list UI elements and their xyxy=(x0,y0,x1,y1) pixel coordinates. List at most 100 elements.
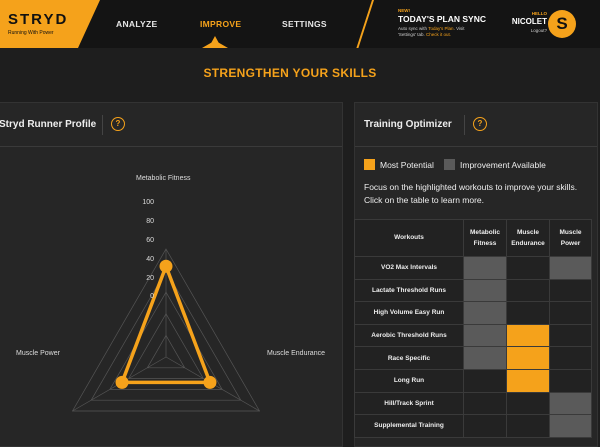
promo-text-3: 'Settings' tab. xyxy=(398,31,426,37)
todays-plan-link[interactable]: Today's Plan xyxy=(428,26,453,31)
cell-improvement-available[interactable] xyxy=(463,256,507,280)
avatar[interactable]: S xyxy=(548,10,576,38)
workout-name[interactable]: VO2 Max Intervals xyxy=(354,256,464,280)
runner-profile-card: Stryd Runner Profile ? xyxy=(0,102,343,447)
cell-improvement-available[interactable] xyxy=(549,391,592,416)
workout-name[interactable]: Aerobic Threshold Runs xyxy=(354,323,464,348)
workout-name[interactable]: Long Run xyxy=(354,368,464,393)
cell-most-potential[interactable] xyxy=(506,346,550,370)
cell-empty[interactable] xyxy=(463,368,507,393)
radar-point-metabolic-fitness[interactable] xyxy=(159,259,173,273)
table-row[interactable]: High Volume Easy Run xyxy=(354,301,592,325)
hello-label: HELLO xyxy=(531,11,547,16)
todays-plan-sync-promo[interactable]: NEW! TODAY'S PLAN SYNC Auto sync with To… xyxy=(398,8,502,38)
cell-empty[interactable] xyxy=(549,346,592,370)
help-icon[interactable]: ? xyxy=(111,117,125,131)
table-row[interactable]: Hill/Track Sprint xyxy=(354,391,592,416)
legend-swatch-most-potential xyxy=(364,159,375,170)
column-header-line: Endurance xyxy=(511,240,545,247)
column-header-muscle-power[interactable]: Muscle Power xyxy=(549,219,592,257)
cell-empty[interactable] xyxy=(549,323,592,348)
workout-name[interactable]: Supplemental Training xyxy=(354,414,464,438)
promo-body: Auto sync with Today's Plan. Visit 'Sett… xyxy=(398,26,502,38)
column-header-line: Muscle xyxy=(559,228,582,236)
cell-empty[interactable] xyxy=(549,278,592,303)
cell-improvement-available[interactable] xyxy=(463,323,507,348)
promo-new-badge: NEW! xyxy=(398,8,410,13)
table-row[interactable]: Supplemental Training xyxy=(354,414,592,438)
cell-improvement-available[interactable] xyxy=(463,278,507,303)
header-divider xyxy=(464,115,465,135)
user-name: NICOLET xyxy=(511,17,547,26)
workouts-table-body: VO2 Max Intervals Lactate Threshold Runs H… xyxy=(354,256,592,438)
column-header-muscle-endurance[interactable]: Muscle Endurance xyxy=(506,219,550,257)
stryd-logo[interactable]: STRYD Running With Power xyxy=(0,0,100,48)
cell-improvement-available[interactable] xyxy=(463,346,507,370)
cell-improvement-available[interactable] xyxy=(549,414,592,438)
workout-name[interactable]: Race Specific xyxy=(354,346,464,370)
user-greeting: HELLO NICOLET Logout? xyxy=(505,11,547,33)
header-divider xyxy=(102,115,103,135)
cell-empty[interactable] xyxy=(506,256,550,280)
column-header-metabolic-fitness[interactable]: Metabolic Fitness xyxy=(463,219,507,257)
axis-label-metabolic-fitness: Metabolic Fitness xyxy=(136,175,191,182)
cell-empty[interactable] xyxy=(463,391,507,416)
axis-label-muscle-power: Muscle Power xyxy=(16,350,60,357)
table-row[interactable]: VO2 Max Intervals xyxy=(354,256,592,280)
workout-name[interactable]: Hill/Track Sprint xyxy=(354,391,464,416)
runner-profile-header: Stryd Runner Profile ? xyxy=(0,103,342,147)
table-row[interactable]: Aerobic Threshold Runs xyxy=(354,323,592,348)
cell-empty[interactable] xyxy=(463,414,507,438)
radar-chart xyxy=(71,248,261,412)
column-header-line: Power xyxy=(560,240,581,247)
column-header-line: Muscle xyxy=(516,228,540,236)
radar-point-muscle-power[interactable] xyxy=(115,375,129,389)
legend-label-most-potential: Most Potential xyxy=(380,160,434,170)
workout-name[interactable]: High Volume Easy Run xyxy=(354,301,464,325)
nav-analyze[interactable]: ANALYZE xyxy=(116,19,157,29)
cell-empty[interactable] xyxy=(506,391,550,416)
check-it-out-link[interactable]: Check it out. xyxy=(426,32,451,37)
cell-empty[interactable] xyxy=(549,368,592,393)
page-title: STRENGTHEN YOUR SKILLS xyxy=(203,66,377,80)
workouts-table[interactable]: Workouts Metabolic Fitness Muscle Enduranc… xyxy=(354,219,592,438)
radar-tick: 100 xyxy=(142,199,154,206)
radar-tick: 0 xyxy=(150,293,154,300)
column-header-line: Fitness xyxy=(473,240,497,247)
table-row[interactable]: Long Run xyxy=(354,368,592,393)
nav-improve[interactable]: IMPROVE xyxy=(200,19,241,29)
column-header-line: Metabolic xyxy=(470,228,500,236)
table-row[interactable]: Lactate Threshold Runs xyxy=(354,278,592,303)
cell-improvement-available[interactable] xyxy=(549,256,592,280)
cell-empty[interactable] xyxy=(549,301,592,325)
cell-most-potential[interactable] xyxy=(506,323,550,348)
brand-tagline: Running With Power xyxy=(8,30,54,36)
promo-title: TODAY'S PLAN SYNC xyxy=(398,14,486,24)
cell-empty[interactable] xyxy=(506,414,550,438)
top-navigation-bar: STRYD Running With Power ANALYZE IMPROVE… xyxy=(0,0,600,48)
cell-improvement-available[interactable] xyxy=(463,301,507,325)
promo-text-1: Auto sync with xyxy=(398,26,429,31)
workouts-header: Workouts xyxy=(354,219,464,257)
training-optimizer-title: Training Optimizer xyxy=(364,119,452,130)
radar-tick: 40 xyxy=(146,256,154,263)
cell-empty[interactable] xyxy=(506,278,550,303)
axis-label-muscle-endurance: Muscle Endurance xyxy=(267,350,325,357)
table-row[interactable]: Race Specific xyxy=(354,346,592,370)
legend-label-improvement: Improvement Available xyxy=(460,160,546,170)
promo-text-2: . Visit xyxy=(453,26,465,31)
brand-name: STRYD xyxy=(8,11,69,28)
nav-settings[interactable]: SETTINGS xyxy=(282,19,327,29)
cell-most-potential[interactable] xyxy=(506,368,550,393)
workout-name[interactable]: Lactate Threshold Runs xyxy=(354,278,464,303)
runner-profile-title: Stryd Runner Profile xyxy=(0,119,97,130)
radar-tick: 20 xyxy=(146,275,154,282)
training-optimizer-header: Training Optimizer ? xyxy=(355,103,597,147)
radar-point-muscle-endurance[interactable] xyxy=(203,375,217,389)
logout-link[interactable]: Logout? xyxy=(505,28,547,33)
optimizer-description: Focus on the highlighted workouts to imp… xyxy=(364,182,578,205)
help-icon[interactable]: ? xyxy=(473,117,487,131)
active-nav-indicator xyxy=(202,36,228,48)
cell-empty[interactable] xyxy=(506,301,550,325)
radar-tick: 80 xyxy=(146,218,154,225)
